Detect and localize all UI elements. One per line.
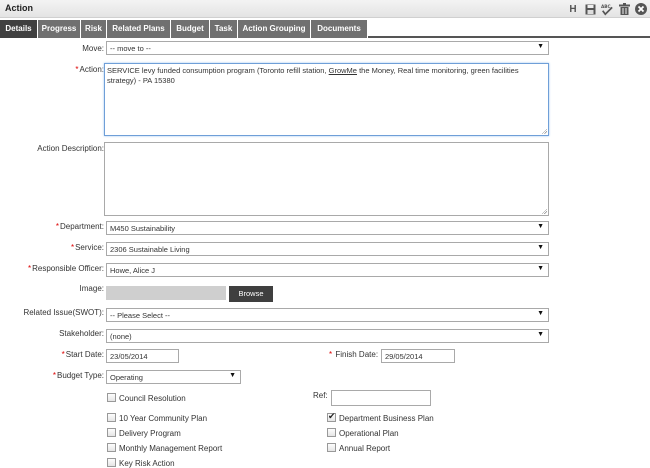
budget-type-label: *Budget Type: <box>52 371 104 380</box>
related-issue-label: Related Issue(SWOT): <box>23 308 104 317</box>
chevron-down-icon: ▼ <box>537 244 544 251</box>
stakeholder-select[interactable]: (none) ▼ <box>106 329 549 343</box>
stakeholder-label: Stakeholder: <box>59 329 104 338</box>
operational-plan-label: Operational Plan <box>339 429 399 438</box>
start-date-input[interactable]: 23/05/2014 <box>106 349 179 363</box>
tab-documents[interactable]: Documents <box>311 20 368 38</box>
chevron-down-icon: ▼ <box>537 331 544 338</box>
related-issue-select[interactable]: -- Please Select -- ▼ <box>106 308 549 322</box>
close-icon[interactable] <box>635 3 647 16</box>
monthly-report-checkbox[interactable] <box>107 443 116 452</box>
chevron-down-icon: ▼ <box>537 310 544 317</box>
image-label: Image: <box>79 284 104 293</box>
finish-date-label: * Finish Date: <box>329 350 379 359</box>
ref-label: Ref: <box>313 391 328 400</box>
ref-input[interactable] <box>331 390 431 406</box>
action-description-label: Action Description: <box>37 144 104 153</box>
department-label: *Department: <box>55 222 104 231</box>
move-select[interactable]: -- move to -- ▼ <box>106 41 549 55</box>
h-icon[interactable]: H <box>567 3 579 16</box>
tab-task[interactable]: Task <box>210 20 238 38</box>
action-label: *Action: <box>75 65 104 74</box>
chevron-down-icon: ▼ <box>229 372 236 379</box>
annual-report-label: Annual Report <box>339 444 391 453</box>
monthly-report-label: Monthly Management Report <box>119 444 223 453</box>
community-plan-label: 10 Year Community Plan <box>119 414 208 423</box>
delivery-program-label: Delivery Program <box>119 429 181 438</box>
start-date-label: *Start Date: <box>61 350 104 359</box>
resize-handle-icon[interactable] <box>541 208 547 214</box>
toolbar: H ABC <box>567 1 647 17</box>
chevron-down-icon: ▼ <box>537 265 544 272</box>
budget-type-select[interactable]: Operating ▼ <box>106 370 241 384</box>
tab-budget[interactable]: Budget <box>171 20 210 38</box>
tab-related-plans[interactable]: Related Plans <box>107 20 171 38</box>
council-resolution-label: Council Resolution <box>119 394 186 403</box>
service-select[interactable]: 2306 Sustainable Living ▼ <box>106 242 549 256</box>
community-plan-checkbox[interactable] <box>107 413 116 422</box>
department-plan-checkbox[interactable] <box>327 411 336 422</box>
action-text-link: GrowMe <box>328 66 357 75</box>
window-titlebar: Action H ABC <box>0 0 650 18</box>
responsible-officer-label: *Responsible Officer: <box>27 264 104 273</box>
tab-risk[interactable]: Risk <box>81 20 107 38</box>
window-title: Action <box>5 3 33 13</box>
service-label: *Service: <box>70 243 104 252</box>
move-label: Move: <box>82 44 104 53</box>
tab-details[interactable]: Details <box>0 20 38 38</box>
department-plan-label: Department Business Plan <box>339 414 434 423</box>
browse-button[interactable]: Browse <box>229 286 273 302</box>
council-resolution-checkbox[interactable] <box>107 393 116 402</box>
delete-icon[interactable] <box>618 3 630 16</box>
spellcheck-icon[interactable]: ABC <box>601 3 613 16</box>
tab-bar: Details Progress Risk Related Plans Budg… <box>0 20 650 38</box>
finish-date-input[interactable]: 29/05/2014 <box>381 349 455 363</box>
image-file-field[interactable] <box>106 286 226 300</box>
tab-progress[interactable]: Progress <box>38 20 81 38</box>
resize-handle-icon[interactable] <box>541 128 547 134</box>
action-text: SERVICE levy funded consumption program … <box>107 66 329 75</box>
tab-action-grouping[interactable]: Action Grouping <box>238 20 311 38</box>
key-risk-checkbox[interactable] <box>107 458 116 467</box>
delivery-program-checkbox[interactable] <box>107 428 116 437</box>
save-icon[interactable] <box>584 3 596 16</box>
chevron-down-icon: ▼ <box>537 43 544 50</box>
annual-report-checkbox[interactable] <box>327 443 336 452</box>
action-field[interactable]: SERVICE levy funded consumption program … <box>104 63 549 136</box>
responsible-officer-select[interactable]: Howe, Alice J ▼ <box>106 263 549 277</box>
chevron-down-icon: ▼ <box>537 223 544 230</box>
department-select[interactable]: M450 Sustainability ▼ <box>106 221 549 235</box>
action-description-field[interactable] <box>104 142 549 216</box>
move-value: -- move to -- <box>110 44 151 53</box>
operational-plan-checkbox[interactable] <box>327 428 336 437</box>
